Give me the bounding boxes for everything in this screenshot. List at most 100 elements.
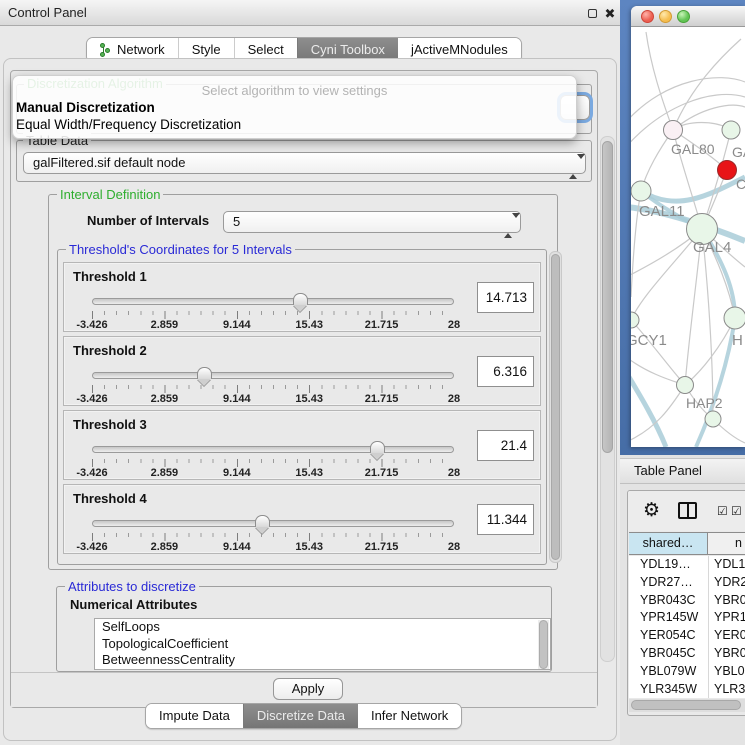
table-hscrollbar[interactable] [629,699,745,712]
tick-label: 28 [448,467,460,479]
thresholds-scrollbar[interactable] [549,251,562,563]
table-row[interactable]: YBR045CYBR0 [629,645,745,663]
dropdown-option-manual[interactable]: Manual Discretization [16,100,155,115]
threshold-label: Threshold 1 [73,269,147,284]
checkbox-icon[interactable]: ☑ [731,504,742,518]
table-row[interactable]: YBR043CYBR0 [629,592,745,610]
tick-label: 21.715 [365,467,399,479]
dropdown-option-equal-width[interactable]: Equal Width/Frequency Discretization [16,117,241,132]
tick-label: 21.715 [365,319,399,331]
slider-handle[interactable] [255,515,270,534]
node-hap2 [677,377,694,394]
table-row[interactable]: YDR27…YDR2 [629,574,745,592]
network-canvas[interactable]: GAL80 GA C GAL11 GAL4 GCY1 H HAP2 [631,27,745,447]
settings-viewport: Interval Definition Number of Intervals … [11,186,597,672]
threshold-1-panel: Threshold 1 -3.426 2.859 9.144 15.43 21.… [63,262,541,332]
threshold-3-panel: Threshold 3 -3.426 2.859 9.144 15.43 21.… [63,410,541,480]
slider-track[interactable] [92,520,454,527]
number-of-intervals-value: 5 [233,214,240,229]
threshold-value-field[interactable]: 6.316 [477,356,534,387]
node-h [724,307,745,329]
float-icon[interactable] [585,7,599,21]
tab-infer-network[interactable]: Infer Network [358,704,461,728]
slider-handle[interactable] [293,293,308,312]
column-header-shared-name[interactable]: shared… [629,533,708,554]
network-tab-icon [100,43,112,58]
table-row[interactable]: YPR145WYPR1 [629,609,745,627]
dropdown-hint: Select algorithm to view settings [13,83,576,98]
column-header-name[interactable]: n [708,533,745,554]
node-partial [705,411,721,427]
network-window-titlebar[interactable] [631,6,745,27]
table-row[interactable]: YDL19…YDL1 [629,556,745,574]
control-panel-titlebar: Control Panel ✖ [0,0,620,26]
table-panel-title: Table Panel [634,463,702,478]
slider-handle[interactable] [370,441,385,460]
bottom-tabstrip: Impute Data Discretize Data Infer Networ… [145,703,462,729]
node-label: GAL4 [693,239,731,256]
table-header-row: shared… n [629,532,745,555]
tick-label: 28 [448,541,460,553]
node-gal11 [631,181,651,201]
threshold-4-panel: Threshold 4 -3.426 2.859 9.144 15.43 21.… [63,484,541,554]
tick-label: 9.144 [223,393,251,405]
tick-marks-major [92,533,454,541]
zoom-traffic-icon[interactable] [677,10,690,23]
close-traffic-icon[interactable] [641,10,654,23]
tick-label: 21.715 [365,393,399,405]
table-row[interactable]: YLR345WYLR3 [629,681,745,698]
spinner-icon [569,157,578,177]
numerical-attributes-list[interactable]: SelfLoops TopologicalCoefficient Between… [94,618,551,670]
list-scrollbar[interactable] [538,620,549,669]
tick-marks-major [92,459,454,467]
control-panel: Control Panel ✖ Network Style Select Cyn… [0,0,620,745]
thresholds-group: Threshold's Coordinates for 5 Intervals … [57,249,547,565]
table-panel-region: Table Panel ⚙ ☑ ☑ shared… n YDL19…YDL1 Y… [620,455,745,745]
panel-title: Control Panel [8,5,87,20]
slider-track[interactable] [92,298,454,305]
attributes-group-label: Attributes to discretize [65,579,199,594]
threshold-label: Threshold 4 [73,491,147,506]
slider-handle[interactable] [197,367,212,386]
table-row[interactable]: YER054CYER0 [629,627,745,645]
settings-scrollbar[interactable] [600,136,615,662]
tab-impute-data[interactable]: Impute Data [146,704,243,728]
slider-track[interactable] [92,372,454,379]
node-label: GA [732,144,745,160]
tick-label: 2.859 [151,541,179,553]
node-ga [722,121,740,139]
number-of-intervals-combobox[interactable]: 5 [223,211,521,233]
list-item[interactable]: BetweennessCentrality [95,652,550,669]
table-data-value: galFiltered.sif default node [33,155,185,170]
interval-definition-group: Interval Definition Number of Intervals … [48,194,558,570]
tick-label: 15.43 [295,541,323,553]
split-view-icon[interactable] [678,502,697,519]
threshold-value-field[interactable]: 11.344 [477,504,534,535]
apply-button[interactable]: Apply [273,678,343,700]
table-row[interactable]: YBL079WYBL0 [629,663,745,681]
network-view-region: GAL80 GA C GAL11 GAL4 GCY1 H HAP2 [620,0,745,455]
checkbox-icon[interactable]: ☑ [717,504,728,518]
minimize-traffic-icon[interactable] [659,10,672,23]
table-panel-titlebar: Table Panel [620,458,745,484]
threshold-label: Threshold 2 [73,343,147,358]
tab-label: Infer Network [371,704,448,728]
node-label: GAL80 [671,141,715,157]
gear-icon[interactable]: ⚙ [643,499,660,522]
attributes-group: Attributes to discretize Numerical Attri… [56,586,552,672]
list-item[interactable]: TopologicalCoefficient [95,636,550,653]
thresholds-group-label: Threshold's Coordinates for 5 Intervals [66,242,295,257]
node-red [718,161,737,180]
list-item[interactable]: SelfLoops [95,619,550,636]
table-data-combobox[interactable]: galFiltered.sif default node [23,152,586,174]
node-label: HAP2 [686,395,723,411]
tab-discretize-data[interactable]: Discretize Data [243,704,358,728]
threshold-value-field[interactable]: 21.4 [477,430,534,461]
close-icon[interactable]: ✖ [603,7,617,21]
numerical-attributes-label: Numerical Attributes [70,597,197,612]
tick-label: 15.43 [295,467,323,479]
slider-track[interactable] [92,446,454,453]
threshold-value-field[interactable]: 14.713 [477,282,534,313]
node-gal80 [664,121,683,140]
node-label: H [732,332,743,349]
